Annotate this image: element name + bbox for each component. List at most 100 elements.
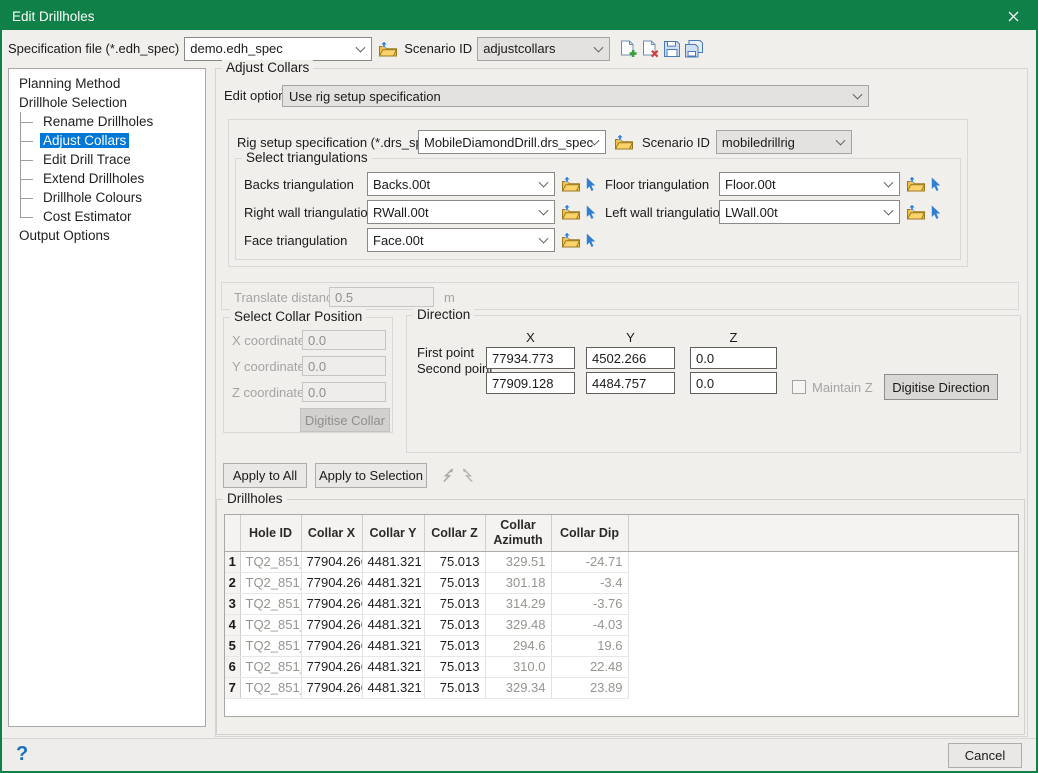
table-row[interactable]: 5 TQ2_851_1 77904.266 4481.321 75.013 29…	[225, 635, 1019, 656]
floor-triangulation-combobox[interactable]: Floor.00t	[719, 172, 900, 196]
sidebar-item-rename-drillholes[interactable]: Rename Drillholes	[9, 112, 205, 131]
collar-position-group-title: Select Collar Position	[230, 309, 366, 324]
folder-open-icon[interactable]	[561, 232, 581, 248]
first-point-label: First point	[417, 345, 474, 360]
sidebar-item-drillhole-colours[interactable]: Drillhole Colours	[9, 188, 205, 207]
first-point-x-input[interactable]	[486, 347, 575, 369]
edit-options-value: Use rig setup specification	[289, 89, 441, 104]
save-button[interactable]	[661, 38, 683, 60]
right-wall-triangulation-label: Right wall triangulation	[244, 205, 367, 220]
sidebar-item-adjust-collars[interactable]: Adjust Collars	[9, 131, 205, 150]
translate-distance-group: Translate distance m	[221, 282, 1019, 310]
rig-spec-value: MobileDiamondDrill.drs_spec	[424, 135, 593, 150]
pick-from-view-icon[interactable]	[585, 233, 597, 248]
sidebar-item-edit-drill-trace[interactable]: Edit Drill Trace	[9, 150, 205, 169]
face-triangulation-combobox[interactable]: Face.00t	[367, 228, 555, 252]
folder-open-icon[interactable]	[561, 204, 581, 220]
tree-connector	[20, 169, 40, 188]
window-title: Edit Drillholes	[12, 9, 95, 24]
backs-triangulation-combobox[interactable]: Backs.00t	[367, 172, 555, 196]
chevron-down-icon	[594, 42, 604, 52]
drillholes-group-title: Drillholes	[223, 491, 287, 506]
table-row[interactable]: 7 TQ2_851_1 77904.266 4481.321 75.013 32…	[225, 677, 1019, 698]
direction-col-x: X	[486, 330, 575, 345]
scenario-id-value: adjustcollars	[483, 41, 555, 56]
folder-open-icon[interactable]	[906, 204, 926, 220]
second-point-x-input[interactable]	[486, 372, 575, 394]
help-button[interactable]: ?	[16, 743, 28, 766]
sidebar-item-extend-drillholes[interactable]: Extend Drillholes	[9, 169, 205, 188]
edit-options-dropdown[interactable]: Use rig setup specification	[282, 85, 869, 107]
direction-group-title: Direction	[413, 307, 474, 322]
pick-from-view-icon[interactable]	[930, 177, 942, 192]
spec-file-label: Specification file (*.edh_spec)	[8, 41, 179, 56]
sidebar-item-drillhole-selection[interactable]: Drillhole Selection	[9, 93, 205, 112]
table-row[interactable]: 1 TQ2_851_1 77904.266 4481.321 75.013 32…	[225, 551, 1019, 572]
footer-bar: ? Cancel	[2, 738, 1036, 771]
edit-drillholes-dialog: Edit Drillholes Specification file (*.ed…	[0, 0, 1038, 773]
table-row[interactable]: 2 TQ2_851_1 77904.266 4481.321 75.013 30…	[225, 572, 1019, 593]
lightning-arrow-icon	[441, 468, 455, 483]
title-bar: Edit Drillholes	[2, 2, 1036, 30]
pick-from-view-icon[interactable]	[930, 205, 942, 220]
sidebar-item-planning-method[interactable]: Planning Method	[9, 74, 205, 93]
left-wall-triangulation-combobox[interactable]: LWall.00t	[719, 200, 900, 224]
second-point-y-input[interactable]	[586, 372, 675, 394]
chevron-down-icon	[539, 206, 549, 216]
translate-unit-label: m	[444, 290, 455, 305]
pick-from-view-icon[interactable]	[585, 177, 597, 192]
rig-spec-combobox[interactable]: MobileDiamondDrill.drs_spec	[418, 130, 606, 154]
tree-connector	[20, 112, 40, 131]
delete-scenario-button[interactable]	[639, 38, 661, 60]
drillholes-group: Drillholes Hole ID Collar X Collar Y Col…	[216, 499, 1025, 735]
col-collar-x: Collar X	[301, 515, 362, 551]
sidebar-item-cost-estimator[interactable]: Cost Estimator	[9, 207, 205, 226]
apply-to-all-button[interactable]: Apply to All	[223, 463, 307, 488]
save-as-button[interactable]	[683, 38, 705, 60]
col-hole-id: Hole ID	[240, 515, 301, 551]
sidebar-item-output-options[interactable]: Output Options	[9, 226, 205, 245]
right-wall-triangulation-combobox[interactable]: RWall.00t	[367, 200, 555, 224]
cancel-button[interactable]: Cancel	[948, 743, 1022, 768]
delete-scenario-icon	[641, 40, 659, 58]
table-row[interactable]: 4 TQ2_851_1 77904.266 4481.321 75.013 32…	[225, 614, 1019, 635]
scenario-id-label: Scenario ID	[404, 41, 472, 56]
chevron-down-icon	[539, 178, 549, 188]
maintain-z-label: Maintain Z	[812, 380, 873, 395]
folder-open-icon[interactable]	[906, 176, 926, 192]
spec-file-value: demo.edh_spec	[190, 41, 283, 56]
folder-open-icon[interactable]	[614, 134, 634, 150]
rig-scenario-dropdown[interactable]: mobiledrillrig	[716, 130, 852, 154]
triangulations-group: Select triangulations Backs triangulatio…	[235, 158, 961, 260]
folder-open-icon[interactable]	[561, 176, 581, 192]
panel-title: Adjust Collars	[222, 60, 313, 75]
table-header-row: Hole ID Collar X Collar Y Collar Z Colla…	[225, 515, 1019, 551]
tree-connector	[20, 131, 40, 150]
col-collar-azimuth: Collar Azimuth	[485, 515, 551, 551]
second-point-z-input[interactable]	[690, 372, 777, 394]
table-row[interactable]: 6 TQ2_851_1 77904.266 4481.321 75.013 31…	[225, 656, 1019, 677]
tree-connector	[20, 188, 40, 207]
translate-distance-label: Translate distance	[234, 290, 329, 305]
pick-from-view-icon[interactable]	[585, 205, 597, 220]
digitise-direction-button[interactable]: Digitise Direction	[884, 374, 998, 400]
first-point-y-input[interactable]	[586, 347, 675, 369]
add-scenario-button[interactable]	[617, 38, 639, 60]
chevron-down-icon	[884, 206, 894, 216]
spec-file-combobox[interactable]: demo.edh_spec	[184, 37, 372, 61]
chevron-down-icon	[884, 178, 894, 188]
close-button[interactable]	[990, 2, 1036, 30]
col-collar-z: Collar Z	[424, 515, 485, 551]
x-coordinate-label: X coordinate	[232, 333, 302, 348]
header-filler	[628, 515, 1019, 551]
scenario-id-dropdown[interactable]: adjustcollars	[477, 37, 610, 61]
col-collar-dip: Collar Dip	[551, 515, 628, 551]
folder-open-icon[interactable]	[378, 41, 398, 57]
chevron-down-icon	[539, 234, 549, 244]
table-row[interactable]: 3 TQ2_851_1 77904.266 4481.321 75.013 31…	[225, 593, 1019, 614]
first-point-z-input[interactable]	[690, 347, 777, 369]
chevron-down-icon	[835, 136, 845, 146]
apply-to-selection-button[interactable]: Apply to Selection	[315, 463, 427, 488]
digitise-collar-button: Digitise Collar	[300, 408, 390, 432]
chevron-down-icon	[356, 42, 366, 52]
